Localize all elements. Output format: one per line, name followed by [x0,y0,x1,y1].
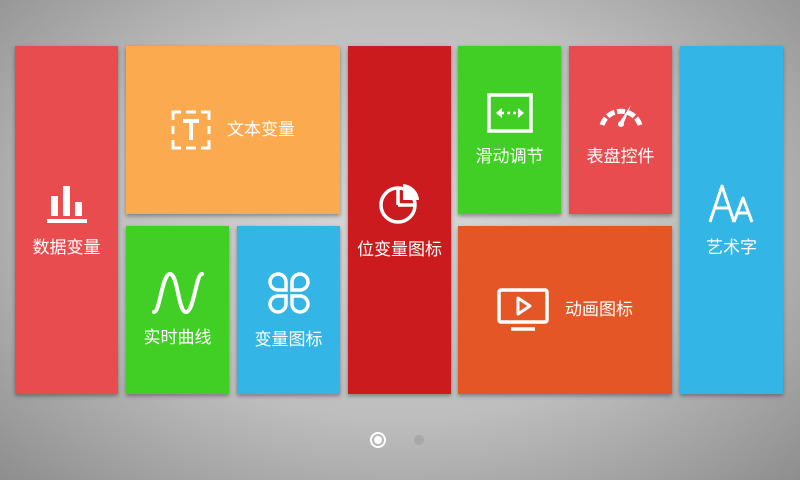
tile-label-bit-variable-icon: 位变量图标 [357,240,442,260]
tile-label-text-variable: 文本变量 [227,120,295,140]
tile-data-variable[interactable]: 数据变量 [15,46,118,394]
tile-art-text[interactable]: 艺术字 [680,46,783,394]
tile-realtime-curve[interactable]: 实时曲线 [126,226,229,394]
tile-label-data-variable: 数据变量 [32,238,101,258]
tile-animation-icon[interactable]: 动画图标 [458,226,672,394]
text-frame-icon [171,110,211,150]
tile-label-art-text: 艺术字 [706,238,757,258]
slider-arrows-icon [486,93,533,133]
clover-icon [267,272,310,314]
tile-variable-icon[interactable]: 变量图标 [237,226,340,394]
tile-label-variable-icon: 变量图标 [254,330,323,350]
tile-bit-variable-icon[interactable]: 位变量图标 [348,46,451,394]
tile-gauge-control[interactable]: 表盘控件 [569,46,672,214]
page-dot-active[interactable] [370,432,386,448]
gauge-icon [599,105,642,127]
tile-label-gauge-control: 表盘控件 [586,147,655,167]
tile-label-animation-icon: 动画图标 [565,300,633,320]
pie-chart-icon [378,184,419,224]
tile-slider[interactable]: 滑动调节 [458,46,561,214]
tile-label-slider: 滑动调节 [475,147,544,167]
sine-wave-icon [151,272,204,314]
tile-label-realtime-curve: 实时曲线 [143,328,212,348]
bar-chart-icon [46,186,87,223]
video-play-icon [497,288,549,331]
tile-text-variable[interactable]: 文本变量 [126,46,340,214]
letters-icon [708,184,753,223]
page-indicator [0,432,800,452]
page-dot-inactive[interactable] [414,435,424,445]
